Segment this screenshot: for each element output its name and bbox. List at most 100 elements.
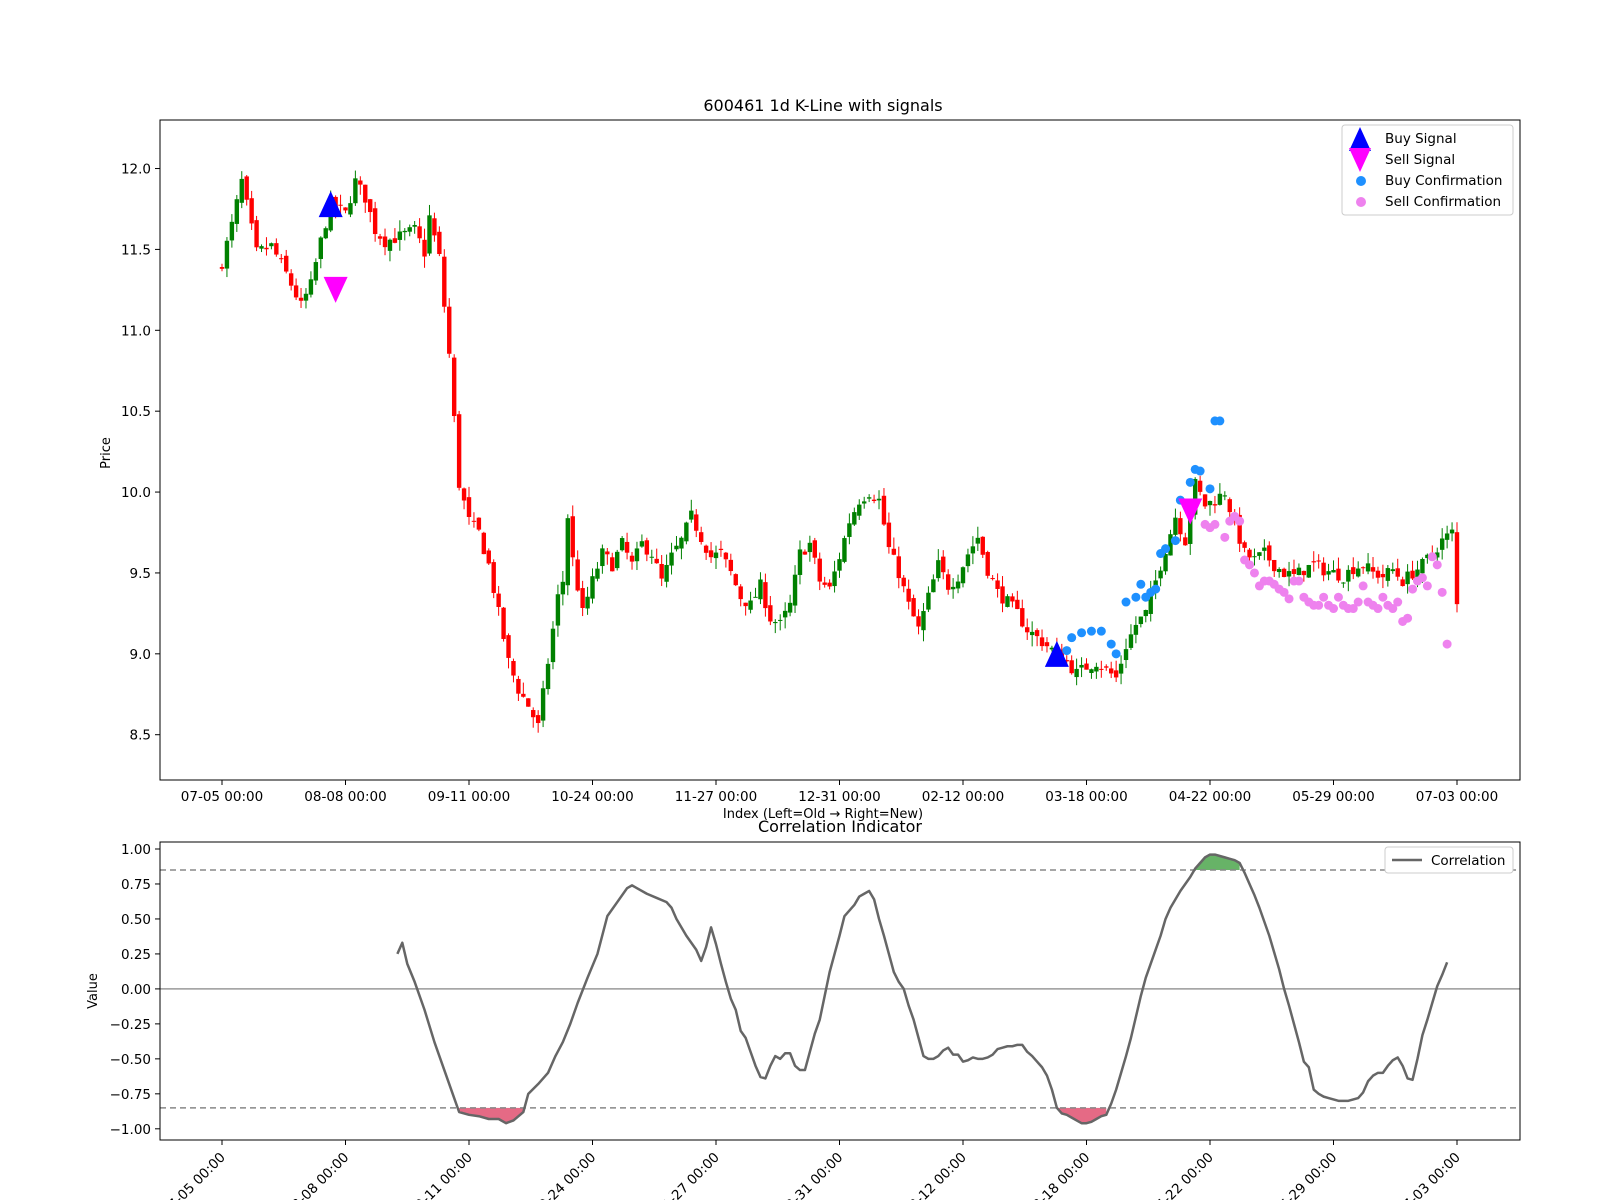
kline-legend: Buy Signal Sell Signal Buy Confirmation … bbox=[1341, 124, 1514, 216]
candle-body bbox=[1202, 494, 1208, 507]
candle-body bbox=[239, 178, 244, 203]
buy-confirmation-point bbox=[1161, 544, 1171, 554]
y-tick-label: 9.0 bbox=[130, 647, 151, 663]
candle-body bbox=[787, 602, 793, 613]
sell-confirmation-point bbox=[1378, 592, 1388, 602]
candle-body bbox=[1183, 537, 1188, 546]
candle-body bbox=[1005, 596, 1010, 607]
candle-body bbox=[580, 588, 585, 609]
candle-body bbox=[847, 523, 852, 537]
candle-body bbox=[595, 568, 600, 579]
candle-body bbox=[358, 180, 363, 185]
candle-body bbox=[1346, 569, 1351, 582]
candle-body bbox=[308, 279, 314, 295]
candle-body bbox=[698, 532, 704, 542]
candle-body bbox=[363, 184, 368, 203]
candle-body bbox=[1380, 573, 1386, 578]
sell-confirmation-point bbox=[1403, 613, 1413, 623]
sell-confirmation-point bbox=[1284, 594, 1294, 604]
candle-body bbox=[1158, 570, 1163, 579]
candle-body bbox=[876, 498, 882, 501]
candle-body bbox=[293, 285, 299, 298]
candle-body bbox=[837, 559, 842, 571]
candle-body bbox=[1212, 504, 1218, 506]
candle-body bbox=[407, 227, 412, 232]
candle-body bbox=[1331, 570, 1336, 573]
buy-confirmation-point bbox=[1195, 466, 1205, 476]
candle-body bbox=[496, 593, 501, 607]
candle-body bbox=[442, 256, 447, 307]
candle-body bbox=[422, 239, 427, 257]
sell-confirmation-point bbox=[1422, 581, 1432, 591]
candle-body bbox=[931, 579, 936, 593]
candle-body bbox=[1069, 660, 1074, 674]
candle-body bbox=[451, 357, 457, 417]
candle-body bbox=[1039, 637, 1045, 647]
candle-body bbox=[1360, 567, 1366, 569]
candle-body bbox=[1217, 493, 1223, 505]
candle-body bbox=[654, 558, 659, 564]
candle-body bbox=[511, 660, 516, 676]
candle-body bbox=[575, 559, 580, 591]
candle-body bbox=[1291, 569, 1297, 574]
candle-body bbox=[718, 548, 724, 551]
sell-confirmation-point bbox=[1245, 560, 1255, 570]
candle-body bbox=[550, 628, 556, 663]
candle-body bbox=[639, 541, 645, 547]
candle-body bbox=[703, 545, 709, 553]
sell-confirmation-point bbox=[1210, 519, 1220, 529]
candle-body bbox=[531, 710, 536, 718]
candle-body bbox=[629, 555, 635, 562]
candle-body bbox=[941, 556, 946, 573]
candle-body bbox=[456, 414, 462, 488]
candle-body bbox=[1351, 567, 1356, 575]
candle-body bbox=[916, 616, 921, 627]
candle-body bbox=[387, 239, 393, 251]
candle-body bbox=[1123, 649, 1129, 661]
buy-confirmation-point bbox=[1106, 639, 1116, 649]
sell-confirmation-point bbox=[1427, 552, 1437, 562]
legend-label-buy-signal: Buy Signal bbox=[1385, 131, 1457, 147]
x-tick-label: 07-05 00:00 bbox=[181, 789, 263, 805]
y-tick-label: 9.5 bbox=[130, 566, 151, 582]
candle-body bbox=[768, 605, 773, 622]
candle-body bbox=[1118, 663, 1124, 674]
y-tick-label: 11.5 bbox=[121, 242, 151, 258]
candle-body bbox=[689, 510, 694, 520]
candle-body bbox=[1025, 627, 1030, 633]
candle-body bbox=[906, 588, 911, 602]
sell-confirmation-point bbox=[1220, 532, 1230, 542]
candle-body bbox=[659, 563, 664, 579]
candle-body bbox=[1272, 559, 1277, 572]
candle-body bbox=[1163, 553, 1168, 572]
sell-confirmation-point bbox=[1314, 600, 1324, 610]
correlation-legend: Correlation bbox=[1384, 846, 1514, 874]
candle-body bbox=[605, 551, 610, 555]
candle-body bbox=[960, 567, 966, 584]
candle-body bbox=[471, 520, 477, 522]
candle-body bbox=[753, 596, 758, 598]
candle-body bbox=[649, 556, 654, 558]
candle-body bbox=[368, 199, 373, 213]
candle-body bbox=[862, 501, 867, 504]
candle-body bbox=[249, 198, 254, 224]
candle-body bbox=[669, 552, 674, 566]
candle-body bbox=[466, 497, 472, 517]
x-tick-label: 07-03 00:00 bbox=[1416, 789, 1498, 805]
candle-body bbox=[1094, 666, 1099, 672]
candle-body bbox=[644, 540, 650, 555]
candle-body bbox=[832, 571, 837, 587]
candle-body bbox=[284, 255, 289, 272]
candle-body bbox=[570, 516, 575, 558]
candle-body bbox=[516, 678, 521, 694]
figure: 600461 1d K-Line with signals Price Inde… bbox=[0, 0, 1600, 1200]
candle-body bbox=[1138, 616, 1144, 625]
candle-body bbox=[1439, 538, 1445, 550]
candle-body bbox=[560, 581, 566, 595]
buy-confirmation-point bbox=[1170, 536, 1180, 546]
candle-body bbox=[298, 297, 304, 301]
candle-body bbox=[555, 594, 561, 626]
candle-body bbox=[590, 576, 595, 599]
x-tick-label: 12-31 00:00 bbox=[798, 789, 880, 805]
buy-confirmation-point bbox=[1205, 484, 1215, 494]
